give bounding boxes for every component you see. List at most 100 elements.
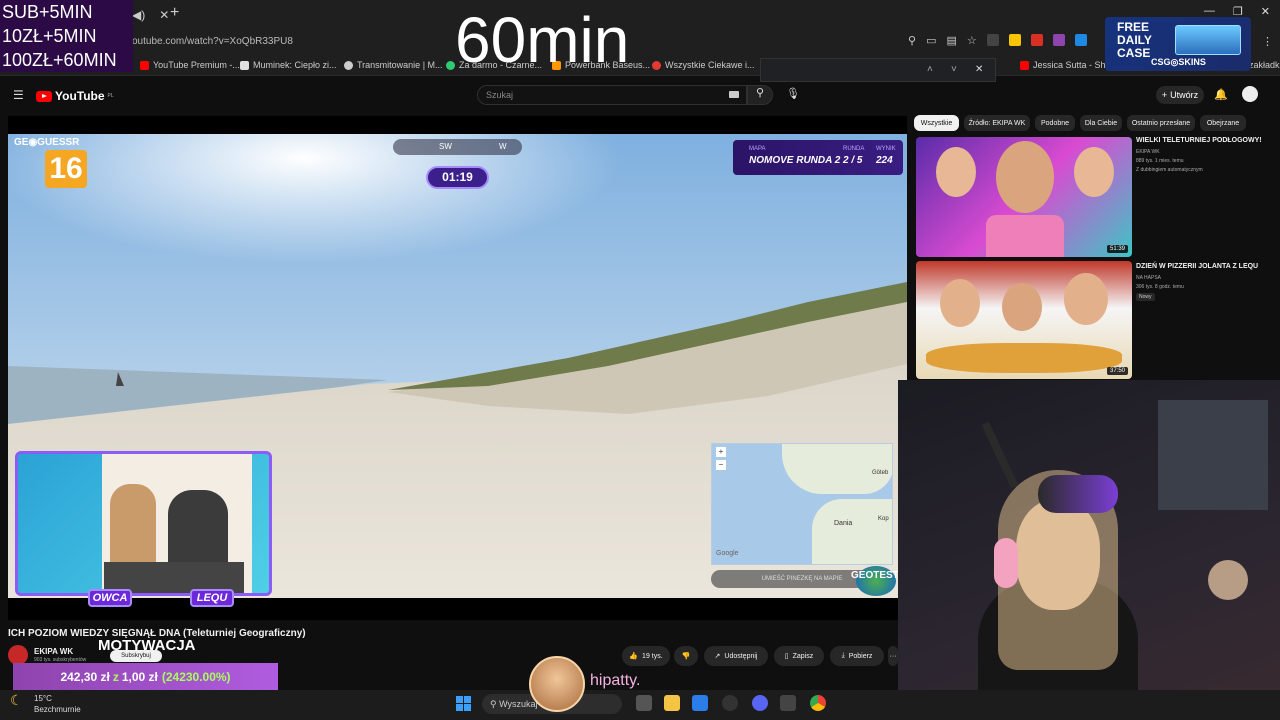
filter-chip-source[interactable]: Źródło: EKIPA WK xyxy=(964,115,1030,131)
search-button[interactable]: ⚲ xyxy=(747,85,773,105)
search-icon: ⚲ xyxy=(490,699,500,709)
geotest-label: GEOTEST xyxy=(851,570,899,581)
geoguessr-logo: GE◉GUESSR xyxy=(14,137,80,148)
zoom-icon[interactable]: ⚲ xyxy=(908,34,916,47)
find-down-icon[interactable]: ˅ xyxy=(951,64,957,75)
filter-chip-recent[interactable]: Ostatnio przesłane xyxy=(1127,115,1195,131)
filter-chip-all[interactable]: Wszystkie xyxy=(914,115,959,131)
find-bar[interactable]: ˄ ˅ ✕ xyxy=(760,58,996,82)
recommended-title[interactable]: DZIEŃ W PIZZERII JOLANTA Z LEQU xyxy=(1136,263,1258,270)
extension-icon[interactable] xyxy=(1008,34,1021,46)
close-window-icon[interactable]: ✕ xyxy=(1261,5,1270,18)
zoom-in-icon[interactable]: + xyxy=(716,447,726,457)
save-button[interactable]: ▯ Zapisz xyxy=(774,646,824,666)
task-view-icon[interactable] xyxy=(636,695,652,711)
discord-icon[interactable] xyxy=(752,695,768,711)
notifications-bell-icon[interactable]: 🔔 xyxy=(1214,88,1228,101)
channel-name[interactable]: EKIPA WK xyxy=(34,647,73,656)
search-icon: ⚲ xyxy=(755,87,765,99)
youtube-play-icon xyxy=(36,90,52,102)
bookmark-item[interactable]: Muminek: Ciepło zi... xyxy=(240,60,337,70)
recommended-channel[interactable]: NA HAPSA xyxy=(1136,274,1161,282)
host-name-tag: OWCA xyxy=(88,589,132,607)
filter-chip-watched[interactable]: Obejrzane xyxy=(1200,115,1246,131)
find-up-icon[interactable]: ˄ xyxy=(927,64,933,75)
host-name-tag: LEQU xyxy=(190,589,234,607)
csgo-skins-ad: FREE DAILY CASE CSG◎SKINS xyxy=(1105,17,1251,71)
land-shape xyxy=(782,444,892,494)
microphone-icon xyxy=(1038,475,1118,513)
extension-icon[interactable] xyxy=(1052,34,1065,46)
url-field[interactable]: outube.com/watch?v=XoQbR33PU8 xyxy=(132,36,293,47)
episode-badge: 16 xyxy=(45,150,87,188)
google-logo: Google xyxy=(716,550,739,557)
dislike-button[interactable]: 👎 xyxy=(674,646,698,666)
share-icon: ↗ xyxy=(714,653,721,660)
download-button[interactable]: ⤓ Pobierz xyxy=(830,646,884,666)
bookmarks-bar: YouTube Premium -... Muminek: Ciepło zi.… xyxy=(0,56,1280,76)
search-input[interactable]: Szukaj xyxy=(477,85,747,105)
new-tab-button[interactable]: + xyxy=(170,4,179,22)
file-explorer-icon[interactable] xyxy=(664,695,680,711)
like-button[interactable]: 👍 19 tys. xyxy=(622,646,670,666)
keyboard-icon[interactable] xyxy=(729,91,739,98)
reader-icon[interactable]: ▤ xyxy=(946,34,956,47)
land-shape xyxy=(812,499,892,564)
weather-widget[interactable]: ☾ 15°C Bezchmurnie xyxy=(10,693,81,715)
recommended-thumbnail[interactable]: 37:50 xyxy=(916,261,1132,379)
hosts-camera-inset xyxy=(15,451,272,596)
recommended-thumbnail[interactable]: 51:39 xyxy=(916,137,1132,257)
recommended-dubbing: Z dubbingiem automatycznym xyxy=(1136,167,1203,173)
channel-avatar[interactable] xyxy=(8,645,28,665)
more-actions-button[interactable]: ··· xyxy=(888,646,898,666)
headphone-icon xyxy=(994,538,1018,588)
app-icon[interactable] xyxy=(780,695,796,711)
youtube-icon xyxy=(1020,60,1029,70)
crate-icon xyxy=(1175,25,1241,55)
video-duration: 51:39 xyxy=(1106,245,1128,253)
thumbs-up-icon: 👍 xyxy=(629,653,639,660)
thumb-face xyxy=(996,141,1054,213)
map-name: NOMOVE RUNDA 2 xyxy=(749,155,841,166)
star-icon[interactable]: ☆ xyxy=(967,34,977,47)
close-tab-icon[interactable]: ✕ xyxy=(159,8,169,22)
bookmark-item[interactable]: Transmitowanie | M... xyxy=(344,60,443,70)
store-icon[interactable] xyxy=(692,695,708,711)
windows-start-icon[interactable] xyxy=(456,696,471,711)
chat-user-avatar xyxy=(529,656,585,712)
extension-icon[interactable] xyxy=(1030,34,1043,46)
extension-icon[interactable] xyxy=(1074,34,1087,46)
thumb-face xyxy=(1064,273,1108,325)
thumb-shirt xyxy=(986,215,1064,257)
bookmark-icon xyxy=(652,60,661,70)
filter-chip-for-you[interactable]: Dla Ciebie xyxy=(1080,115,1122,131)
microphone-icon[interactable]: 🎙 xyxy=(786,87,800,100)
chrome-icon[interactable] xyxy=(810,695,826,711)
bookmark-icon xyxy=(446,60,455,70)
subathon-rules-overlay: SUB+5MIN 10ZŁ+5MIN 100ZŁ+60MIN xyxy=(0,0,133,72)
download-icon: ⤓ xyxy=(841,652,845,659)
hamburger-menu-icon[interactable]: ☰ xyxy=(13,88,24,102)
settings-gear-icon[interactable] xyxy=(722,695,738,711)
filter-chip-similar[interactable]: Podobne xyxy=(1035,115,1075,131)
find-close-icon[interactable]: ✕ xyxy=(975,64,983,75)
recommended-channel[interactable]: EKIPA WK xyxy=(1136,148,1160,156)
bookmark-item[interactable]: Wszystkie Ciekawe i... xyxy=(652,60,755,70)
more-menu-icon[interactable]: ⋮ xyxy=(1262,35,1273,48)
streamer-webcam xyxy=(898,380,1280,720)
bookmark-item[interactable]: YouTube Premium -... xyxy=(140,60,240,70)
extension-icon[interactable] xyxy=(986,34,999,46)
youtube-logo[interactable]: YouTube PL xyxy=(36,89,114,103)
account-avatar[interactable] xyxy=(1242,86,1258,102)
guess-minimap[interactable]: Dania Göteb Kop Google + − xyxy=(711,443,893,565)
zoom-out-icon[interactable]: − xyxy=(716,460,726,470)
subathon-timer: 60min xyxy=(455,4,630,76)
subscribe-tooltip[interactable]: Subskrybuj xyxy=(110,650,162,662)
bookmark-item[interactable]: Jessica Sutta - Show xyxy=(1020,60,1117,70)
recommended-title[interactable]: WIELKI TELETURNIEJ PODŁOGOWY! xyxy=(1136,137,1262,144)
create-button[interactable]: + Utwórz xyxy=(1156,86,1204,104)
cast-icon[interactable]: ▭ xyxy=(926,34,936,47)
donation-goal-bar: 242,30 zł z 1,00 zł (24230.00%) xyxy=(13,663,278,691)
plush-toy xyxy=(1208,560,1248,600)
share-button[interactable]: ↗ Udostępnij xyxy=(704,646,768,666)
